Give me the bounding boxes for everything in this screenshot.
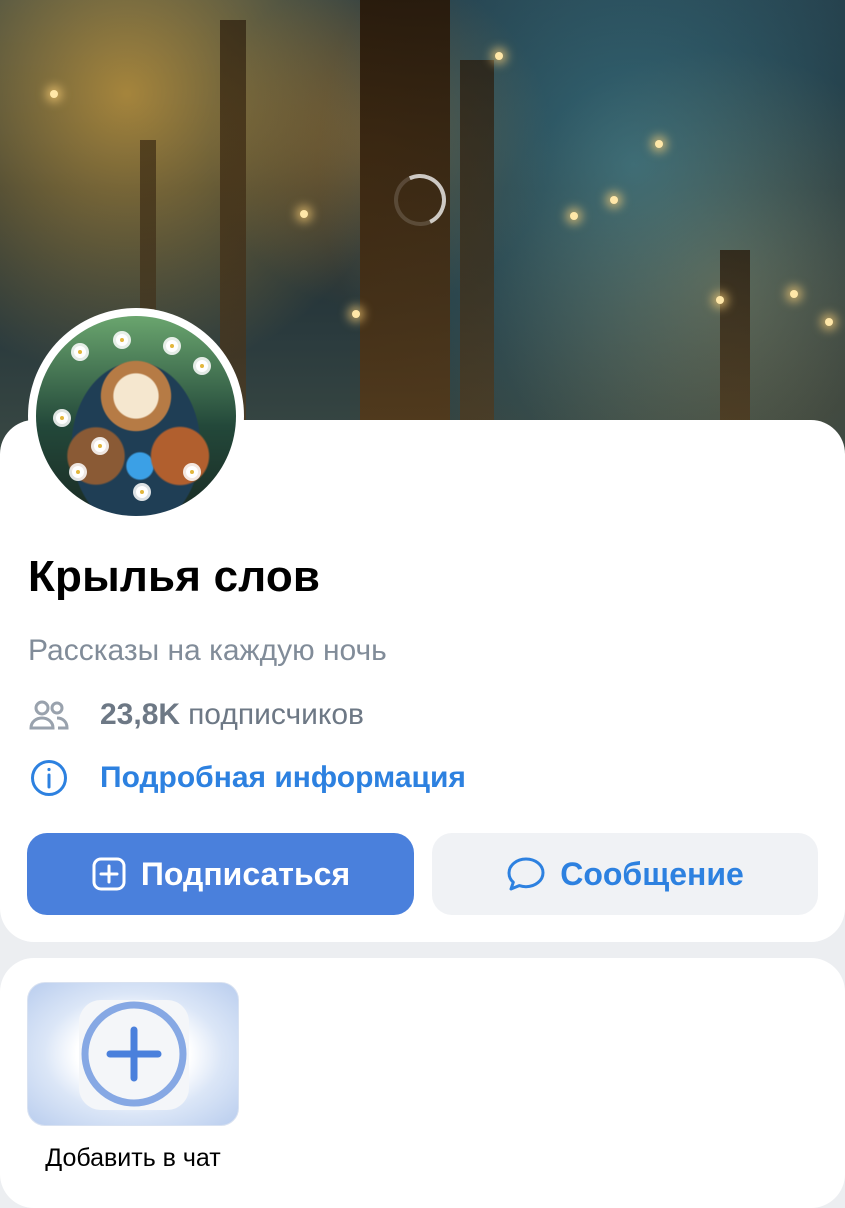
followers-row[interactable]: 23,8K подписчиков: [28, 694, 364, 736]
subscribe-button[interactable]: Подписаться: [27, 833, 414, 915]
avatar-image: [36, 316, 236, 516]
add-to-chat-tile[interactable]: [27, 982, 239, 1126]
message-button[interactable]: Сообщение: [432, 833, 818, 915]
subscribe-label: Подписаться: [140, 855, 351, 892]
plus-square-icon: [91, 856, 127, 892]
group-description: Рассказы на каждую ночь: [28, 634, 387, 667]
avatar[interactable]: [28, 308, 244, 524]
page-title: Крылья слов: [28, 552, 321, 601]
details-link[interactable]: Подробная информация: [100, 761, 466, 795]
plus-circle-icon: [80, 1000, 188, 1108]
info-circle-icon: [28, 757, 70, 799]
add-to-chat-label[interactable]: Добавить в чат: [27, 1144, 239, 1173]
followers-label: подписчиков: [188, 698, 364, 731]
message-label: Сообщение: [560, 855, 744, 892]
followers-count: 23,8K: [100, 698, 181, 731]
chat-bubble-icon: [506, 855, 546, 893]
details-link-row[interactable]: Подробная информация: [28, 757, 466, 799]
people-icon: [28, 694, 70, 736]
